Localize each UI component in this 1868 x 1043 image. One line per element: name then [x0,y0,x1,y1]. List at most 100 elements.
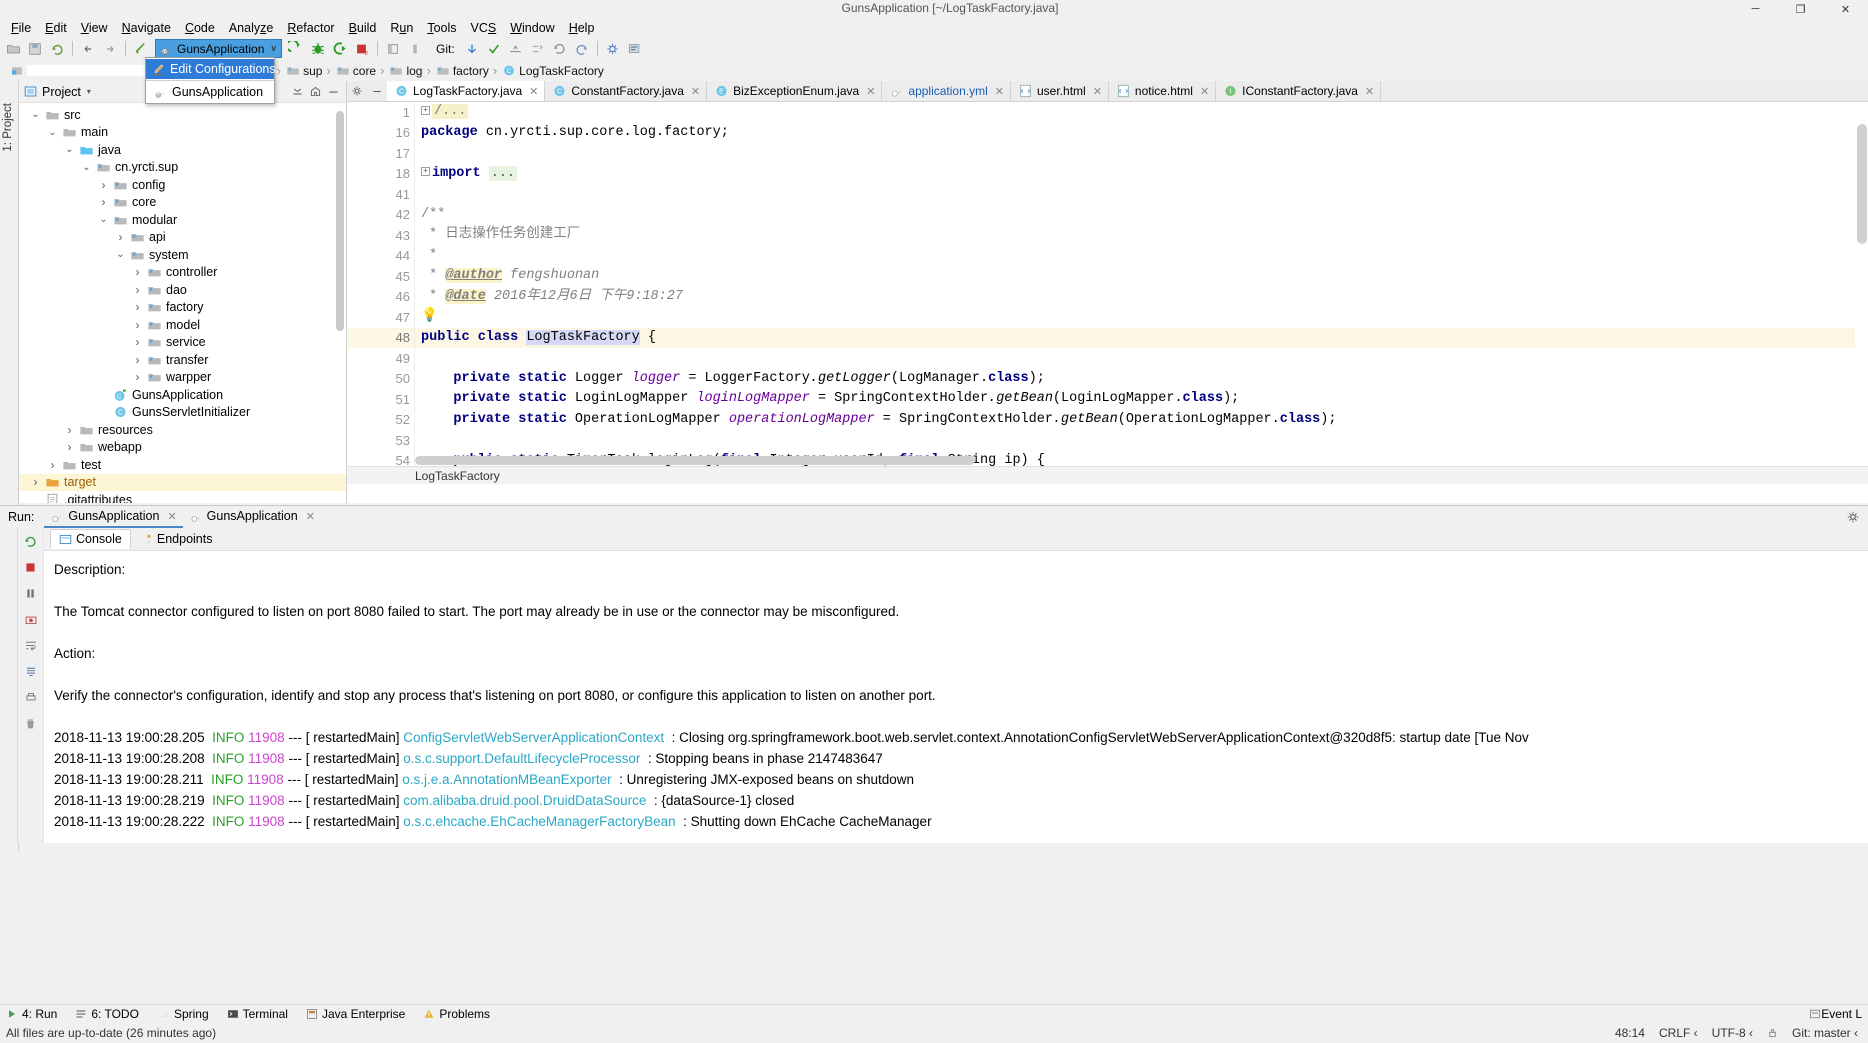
close-icon[interactable]: ✕ [306,510,315,523]
line-number-44[interactable]: 44 [347,246,414,267]
collapse-all-icon[interactable] [288,83,306,101]
code-line-50[interactable]: private static Logger logger = LoggerFac… [415,369,1868,390]
close-icon[interactable]: ✕ [1365,85,1374,98]
bottom-tab-todo[interactable]: 6: TODO [75,1007,139,1021]
lock-icon[interactable] [1767,1027,1778,1039]
menu-navigate[interactable]: Navigate [115,19,178,37]
run-tab-2[interactable]: GunsApplication ✕ [183,506,321,528]
bottom-tab-terminal[interactable]: Terminal [227,1007,288,1021]
tree-node-gunsapplication[interactable]: C GunsApplication [19,386,346,404]
tree-node-transfer[interactable]: › transfer [19,351,346,369]
chevron-right-icon[interactable]: › [95,195,112,209]
hide-editor-icon[interactable] [371,85,383,97]
line-number-48[interactable]: 48 [347,327,414,348]
line-number-53[interactable]: 53 [347,430,414,451]
dropdown-item-edit-configurations[interactable]: Edit Configurations... [146,59,286,79]
line-number-41[interactable]: 41 [347,184,414,205]
sync-icon[interactable] [47,39,67,59]
pause-icon[interactable] [21,584,41,602]
tree-node-gunsservletinitializer[interactable]: C GunsServletInitializer [19,404,346,422]
scrollbar-thumb[interactable] [415,456,975,465]
fold-box[interactable]: + [421,105,430,115]
code-line-46[interactable]: * @date 2016年12月6日 下午9:18:27 [415,287,1868,308]
code-editor[interactable]: 1 16 17 18 41 42 43 44 45 46 47 48 49 50 51 52 53 54 +/..… [347,102,1868,503]
layout-icon-2[interactable] [405,39,425,59]
console-output[interactable]: Description: The Tomcat connector config… [44,551,1868,843]
editor-tab-constantfactory-java[interactable]: C ConstantFactory.java ✕ [545,81,708,101]
chevron-right-icon[interactable]: › [129,283,146,297]
code-line-16[interactable]: package cn.yrcti.sup.core.log.factory; [415,123,1868,144]
settings-icon[interactable] [603,39,623,59]
run-tab-1[interactable]: GunsApplication ✕ [44,506,183,528]
bottom-tab-problems[interactable]: Problems [423,1007,490,1021]
chevron-right-icon[interactable]: › [95,178,112,192]
editor-vertical-scrollbar[interactable] [1855,123,1868,503]
project-tree[interactable]: ⌄ src ⌄ main ⌄ java ⌄ cn.yrcti.sup › config › core ⌄… [19,103,346,503]
soft-wrap-icon[interactable] [21,636,41,654]
tree-node-main[interactable]: ⌄ main [19,124,346,142]
chevron-down-icon[interactable]: ∨ [270,43,277,54]
menu-tools[interactable]: Tools [420,19,463,37]
log-logger[interactable]: o.s.j.e.a.AnnotationMBeanExporter [402,772,611,787]
tree-node-service[interactable]: › service [19,334,346,352]
tree-node-factory[interactable]: › factory [19,299,346,317]
chevron-right-icon[interactable]: › [129,265,146,279]
chevron-down-icon[interactable]: ⌄ [61,144,78,155]
bottom-tab-spring[interactable]: Spring [157,1007,209,1021]
line-number-46[interactable]: 46 [347,287,414,308]
chevron-down-icon[interactable]: ⌄ [78,162,95,173]
line-number-52[interactable]: 52 [347,410,414,431]
editor-tab-notice-html[interactable]: notice.html ✕ [1108,81,1217,101]
comment-fold[interactable]: /... [432,104,469,119]
bottom-tab-java-enterprise[interactable]: Java Enterprise [306,1007,405,1021]
import-fold[interactable]: ... [488,165,518,181]
chevron-right-icon[interactable]: › [129,353,146,367]
tree-node-webapp[interactable]: › webapp [19,439,346,457]
tree-node-warpper[interactable]: › warpper [19,369,346,387]
tree-node-cn-yrcti-sup[interactable]: ⌄ cn.yrcti.sup [19,159,346,177]
editor-tab-bizexceptionenum-java[interactable]: E BizExceptionEnum.java ✕ [707,81,883,101]
code-line-1[interactable]: +/... [415,102,1868,123]
chevron-right-icon[interactable]: › [44,458,61,472]
menu-refactor[interactable]: Refactor [280,19,341,37]
file-encoding[interactable]: UTF-8 ‹ [1712,1026,1753,1040]
editor-tab-iconstantfactory-java[interactable]: I IConstantFactory.java ✕ [1216,81,1382,101]
line-number-47[interactable]: 47 [347,307,414,328]
save-all-icon[interactable] [25,39,45,59]
compare-icon[interactable] [528,39,548,59]
close-icon[interactable]: ✕ [167,510,176,523]
line-number-17[interactable]: 17 [347,143,414,164]
line-number-45[interactable]: 45 [347,266,414,287]
search-everywhere-icon[interactable] [625,39,645,59]
layout-icon-1[interactable] [383,39,403,59]
chevron-right-icon[interactable]: › [129,370,146,384]
scroll-to-end-icon[interactable] [21,662,41,680]
line-separator[interactable]: CRLF ‹ [1659,1026,1698,1040]
minimize-panel-icon[interactable] [324,83,342,101]
close-icon[interactable]: ✕ [1200,85,1209,98]
tree-node--gitattributes[interactable]: .gitattributes [19,491,346,503]
tree-node-model[interactable]: › model [19,316,346,334]
menu-vcs[interactable]: VCS [464,19,504,37]
line-number-43[interactable]: 43 [347,225,414,246]
tree-node-target[interactable]: › target [19,473,346,491]
tree-node-resources[interactable]: › resources [19,421,346,439]
line-number-1[interactable]: 1 [347,102,414,123]
close-icon[interactable]: ✕ [995,85,1004,98]
sidebar-tab-project[interactable]: 1: Project [0,99,17,156]
line-number-18[interactable]: 18 [347,164,414,185]
menu-build[interactable]: Build [342,19,384,37]
build-icon[interactable] [131,39,151,59]
bottom-tab-label[interactable]: Event L [1821,1007,1862,1021]
log-logger[interactable]: o.s.c.support.DefaultLifecycleProcessor [403,751,640,766]
stop-icon[interactable]: 2 [352,39,372,59]
close-icon[interactable]: ✕ [529,85,538,98]
trash-icon[interactable] [21,714,41,732]
tree-node-config[interactable]: › config [19,176,346,194]
chevron-right-icon[interactable]: › [61,440,78,454]
log-logger[interactable]: ConfigServletWebServerApplicationContext [403,730,664,745]
chevron-down-icon[interactable]: ⌄ [112,249,129,260]
line-number-50[interactable]: 50 [347,369,414,390]
caret-position[interactable]: 48:14 [1615,1026,1645,1040]
scrollbar-thumb[interactable] [1857,124,1867,244]
